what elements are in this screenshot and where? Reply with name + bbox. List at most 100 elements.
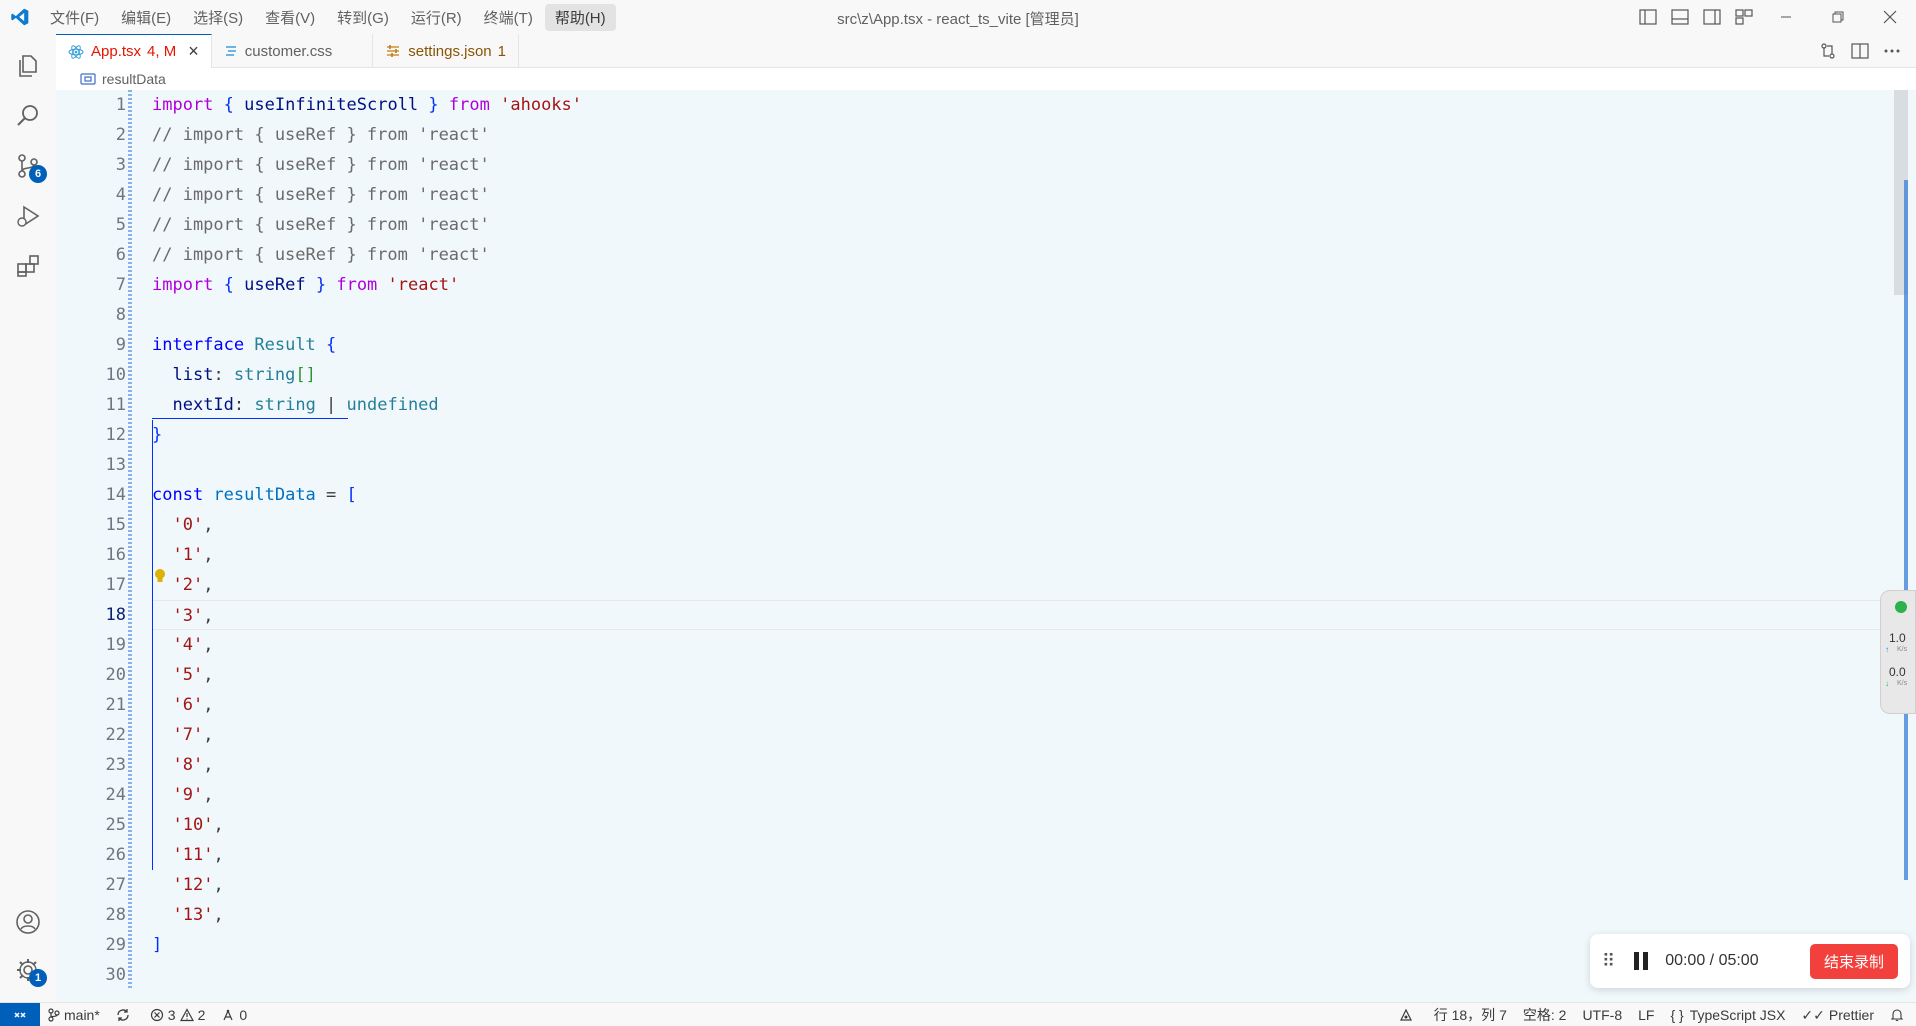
breadcrumb-symbol[interactable]: resultData xyxy=(102,71,166,87)
line-number: 26 xyxy=(105,845,126,865)
status-bar: main* 3 2 0 行 18，列 7 空格: 2 UTF-8 LF { } … xyxy=(0,1002,1916,1026)
split-editor-icon[interactable] xyxy=(1844,34,1876,68)
line-number-gutter: 1 2 3 4 5 6 7 8 9 10 11 12 13 14 15 16 17 18 19 20 21 22 23 24 2… xyxy=(56,90,126,990)
tab-status: 4, M xyxy=(147,43,177,60)
branch-icon xyxy=(48,1007,60,1022)
css-icon xyxy=(224,44,238,58)
code-line: '5', xyxy=(172,665,214,685)
tab-customer-css[interactable]: customer.css xyxy=(212,34,374,68)
more-actions-icon[interactable] xyxy=(1876,34,1908,68)
upload-arrow-icon: ↑ xyxy=(1885,645,1889,654)
line-number: 10 xyxy=(105,365,126,385)
line-number: 7 xyxy=(115,275,126,295)
drag-handle-icon[interactable]: ⠿ xyxy=(1602,951,1615,972)
line-number: 11 xyxy=(105,395,126,415)
code-line: // import { useRef } from 'react' xyxy=(152,125,490,145)
title-bar: 文件(F) 编辑(E) 选择(S) 查看(V) 转到(G) 运行(R) 终端(T… xyxy=(0,0,1916,34)
line-number: 16 xyxy=(105,545,126,565)
toggle-secondary-sidebar-icon[interactable] xyxy=(1696,0,1728,34)
tab-label: customer.css xyxy=(244,42,333,60)
warning-icon xyxy=(179,1007,194,1021)
customize-layout-icon[interactable] xyxy=(1728,0,1760,34)
search-icon[interactable] xyxy=(0,92,56,140)
accounts-icon[interactable] xyxy=(0,898,56,946)
tab-label: settings.json xyxy=(408,42,492,60)
error-icon xyxy=(150,1008,163,1021)
line-number: 22 xyxy=(105,725,126,745)
tab-app-tsx[interactable]: App.tsx 4, M × xyxy=(56,34,212,68)
language-label: TypeScript JSX xyxy=(1689,1007,1786,1023)
open-changes-icon[interactable] xyxy=(1812,34,1844,68)
close-window-button[interactable] xyxy=(1864,0,1916,34)
code-line: // import { useRef } from 'react' xyxy=(152,185,490,205)
menu-file[interactable]: 文件(F) xyxy=(40,4,109,31)
line-number: 9 xyxy=(115,335,126,355)
menu-terminal[interactable]: 终端(T) xyxy=(474,4,543,31)
menu-selection[interactable]: 选择(S) xyxy=(183,4,253,31)
explorer-icon[interactable] xyxy=(0,42,56,90)
line-number: 27 xyxy=(105,875,126,895)
extensions-icon[interactable] xyxy=(0,242,56,290)
menu-view[interactable]: 查看(V) xyxy=(255,4,325,31)
menu-edit[interactable]: 编辑(E) xyxy=(111,4,181,31)
prettier-label: Prettier xyxy=(1828,1007,1874,1023)
branch-status[interactable]: main* xyxy=(40,1003,108,1026)
status-bar-right: 行 18，列 7 空格: 2 UTF-8 LF { } TypeScript J… xyxy=(1390,1003,1916,1026)
prettier-status[interactable]: ✓✓ Prettier xyxy=(1793,1003,1882,1026)
breadcrumb: resultData xyxy=(56,68,1916,90)
run-debug-icon[interactable] xyxy=(0,192,56,240)
upload-speed: 1.0 xyxy=(1889,631,1906,645)
restore-button[interactable] xyxy=(1812,0,1864,34)
vscode-window: 文件(F) 编辑(E) 选择(S) 查看(V) 转到(G) 运行(R) 终端(T… xyxy=(0,0,1916,1026)
warning-count: 2 xyxy=(197,1006,206,1023)
tab-label: App.tsx xyxy=(91,43,142,60)
stop-recording-button[interactable]: 结束录制 xyxy=(1809,943,1898,979)
line-number: 4 xyxy=(115,185,126,205)
menu-bar: 文件(F) 编辑(E) 选择(S) 查看(V) 转到(G) 运行(R) 终端(T… xyxy=(40,0,618,34)
language-mode[interactable]: { } TypeScript JSX xyxy=(1662,1003,1793,1026)
manage-gear-icon[interactable]: 1 xyxy=(0,946,56,994)
line-number: 29 xyxy=(105,935,126,955)
line-number: 15 xyxy=(105,515,126,535)
line-number: 8 xyxy=(115,305,126,325)
code-editor[interactable]: 1 2 3 4 5 6 7 8 9 10 11 12 13 14 15 16 17 18 19 20 21 22 23 24 2… xyxy=(56,90,1916,1002)
code-area[interactable]: import { useInfiniteScroll } from 'ahook… xyxy=(152,90,1916,990)
pause-button[interactable] xyxy=(1627,947,1655,975)
encoding[interactable]: UTF-8 xyxy=(1574,1003,1630,1026)
recording-time: 00:00 / 05:00 xyxy=(1665,952,1759,969)
code-line: import { useRef } from 'react' xyxy=(152,275,460,295)
tab-settings-json[interactable]: settings.json 1 xyxy=(373,34,519,68)
code-line: '9', xyxy=(172,785,214,805)
line-number: 18 xyxy=(105,605,126,625)
remote-icon[interactable] xyxy=(0,1002,40,1026)
sync-icon[interactable] xyxy=(108,1003,142,1026)
close-tab-icon[interactable]: × xyxy=(188,41,199,62)
variable-symbol-icon xyxy=(80,73,96,85)
toggle-primary-sidebar-icon[interactable] xyxy=(1632,0,1664,34)
line-number: 1 xyxy=(115,95,126,115)
vertical-scrollbar[interactable] xyxy=(1894,90,1908,990)
ports-icon xyxy=(223,1009,233,1020)
code-line: '10', xyxy=(172,815,224,835)
menu-help[interactable]: 帮助(H) xyxy=(544,3,616,31)
source-control-icon[interactable]: 6 xyxy=(0,142,56,190)
end-of-line[interactable]: LF xyxy=(1630,1003,1662,1026)
copilot-icon[interactable] xyxy=(1390,1003,1426,1026)
tab-status: 1 xyxy=(497,42,506,60)
notifications-bell-icon[interactable] xyxy=(1882,1003,1916,1026)
menu-goto[interactable]: 转到(G) xyxy=(327,4,399,31)
activity-bar: 6 1 xyxy=(0,34,56,1002)
menu-run[interactable]: 运行(R) xyxy=(401,4,472,31)
minimize-button[interactable] xyxy=(1760,0,1812,34)
current-code-line: '3', xyxy=(152,600,1916,630)
toggle-panel-icon[interactable] xyxy=(1664,0,1696,34)
problems-status[interactable]: 3 2 xyxy=(142,1003,214,1026)
cursor-position[interactable]: 行 18，列 7 xyxy=(1426,1003,1515,1026)
line-number: 3 xyxy=(115,155,126,175)
code-line: '4', xyxy=(172,635,214,655)
ports-status[interactable]: 0 xyxy=(213,1003,255,1026)
indentation[interactable]: 空格: 2 xyxy=(1515,1003,1575,1026)
branch-name: main* xyxy=(64,1006,100,1023)
lightbulb-icon[interactable] xyxy=(154,568,166,589)
